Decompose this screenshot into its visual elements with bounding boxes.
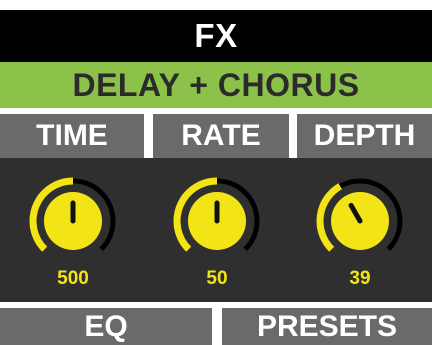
depth-label: DEPTH (297, 114, 432, 158)
eq-button[interactable]: EQ (0, 308, 212, 345)
depth-value: 39 (349, 268, 371, 289)
presets-button[interactable]: PRESETS (222, 308, 432, 345)
time-knob[interactable] (27, 175, 119, 267)
fx-screen: FX DELAY + CHORUS TIME RATE DEPTH 500 50… (0, 0, 432, 345)
time-label-text: TIME (36, 119, 108, 152)
time-label: TIME (0, 114, 144, 158)
depth-label-text: DEPTH (313, 119, 416, 152)
rate-knob-graphic (173, 177, 260, 252)
effect-name-bar[interactable]: DELAY + CHORUS (0, 62, 432, 108)
rate-value: 50 (206, 268, 228, 289)
rate-label-text: RATE (181, 119, 261, 152)
time-value: 500 (57, 268, 89, 289)
rate-label: RATE (153, 114, 289, 158)
time-knob-graphic (29, 177, 116, 252)
depth-knob[interactable] (314, 175, 406, 267)
depth-knob-graphic (316, 178, 403, 252)
page-title: FX (0, 10, 432, 62)
effect-name-text: DELAY + CHORUS (72, 66, 360, 103)
rate-knob[interactable] (171, 175, 263, 267)
page-title-text: FX (194, 17, 238, 54)
eq-button-label: EQ (84, 309, 128, 343)
presets-button-label: PRESETS (256, 309, 398, 343)
